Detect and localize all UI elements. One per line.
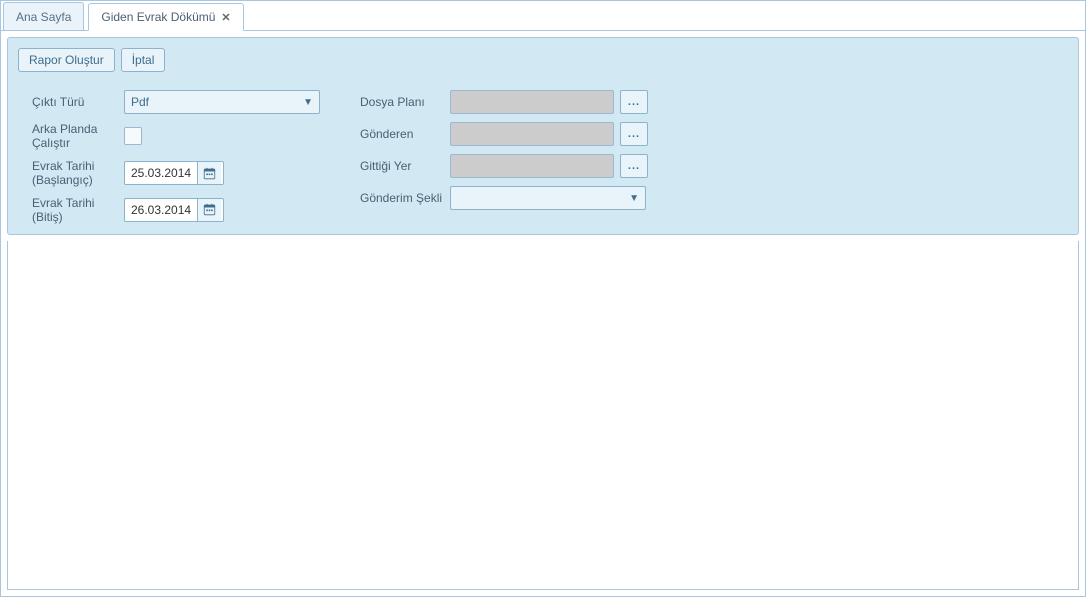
chevron-down-icon: ▼ (629, 193, 639, 204)
date-end-input-wrap (124, 198, 224, 222)
destination-group: ... (450, 154, 648, 178)
date-start-label: Evrak Tarihi (Başlangıç) (32, 159, 124, 188)
toolbar: Rapor Oluştur İptal (18, 48, 1068, 72)
date-start-calendar-button[interactable] (197, 162, 221, 184)
row-file-plan: Dosya Planı ... (360, 90, 648, 114)
row-bg-run: Arka Planda Çalıştır (32, 122, 320, 151)
send-method-dropdown[interactable]: ▼ (450, 186, 646, 210)
file-plan-input (450, 90, 614, 114)
destination-lookup-button[interactable]: ... (620, 154, 648, 178)
row-date-start: Evrak Tarihi (Başlangıç) (32, 159, 320, 188)
create-report-button[interactable]: Rapor Oluştur (18, 48, 115, 72)
output-type-dropdown[interactable]: Pdf ▼ (124, 90, 320, 114)
close-icon[interactable]: ✕ (221, 11, 230, 24)
date-start-input-wrap (124, 161, 224, 185)
form-col-right: Dosya Planı ... Gönderen ... Gittiği Yer (360, 90, 648, 224)
cancel-button[interactable]: İptal (121, 48, 166, 72)
chevron-down-icon: ▼ (303, 97, 313, 108)
row-date-end: Evrak Tarihi (Bitiş) (32, 196, 320, 225)
tab-home[interactable]: Ana Sayfa (3, 2, 84, 30)
tab-outgoing-docs-label: Giden Evrak Dökümü (101, 10, 215, 24)
form-grid: Çıktı Türü Pdf ▼ Arka Planda Çalıştır Ev… (18, 90, 1068, 224)
sender-group: ... (450, 122, 648, 146)
date-end-input[interactable] (125, 203, 197, 217)
form-col-left: Çıktı Türü Pdf ▼ Arka Planda Çalıştır Ev… (32, 90, 320, 224)
tab-bar: Ana Sayfa Giden Evrak Dökümü ✕ (1, 1, 1085, 31)
send-method-label: Gönderim Şekli (360, 191, 450, 205)
destination-label: Gittiği Yer (360, 159, 450, 173)
bg-run-checkbox[interactable] (124, 127, 142, 145)
sender-input (450, 122, 614, 146)
date-end-calendar-button[interactable] (197, 199, 221, 221)
tab-outgoing-docs[interactable]: Giden Evrak Dökümü ✕ (88, 3, 243, 31)
destination-input (450, 154, 614, 178)
calendar-icon (203, 203, 216, 216)
form-panel: Rapor Oluştur İptal Çıktı Türü Pdf ▼ Ark… (7, 37, 1079, 235)
file-plan-label: Dosya Planı (360, 95, 450, 109)
output-type-value: Pdf (131, 95, 149, 109)
file-plan-lookup-button[interactable]: ... (620, 90, 648, 114)
sender-label: Gönderen (360, 127, 450, 141)
tab-home-label: Ana Sayfa (16, 10, 71, 24)
row-send-method: Gönderim Şekli ▼ (360, 186, 648, 210)
bg-run-label: Arka Planda Çalıştır (32, 122, 124, 151)
row-output-type: Çıktı Türü Pdf ▼ (32, 90, 320, 114)
calendar-icon (203, 167, 216, 180)
app-window: Ana Sayfa Giden Evrak Dökümü ✕ Rapor Olu… (0, 0, 1086, 597)
output-type-label: Çıktı Türü (32, 95, 124, 109)
date-end-label: Evrak Tarihi (Bitiş) (32, 196, 124, 225)
file-plan-group: ... (450, 90, 648, 114)
row-sender: Gönderen ... (360, 122, 648, 146)
content-area (7, 241, 1079, 590)
row-destination: Gittiği Yer ... (360, 154, 648, 178)
sender-lookup-button[interactable]: ... (620, 122, 648, 146)
date-start-input[interactable] (125, 166, 197, 180)
